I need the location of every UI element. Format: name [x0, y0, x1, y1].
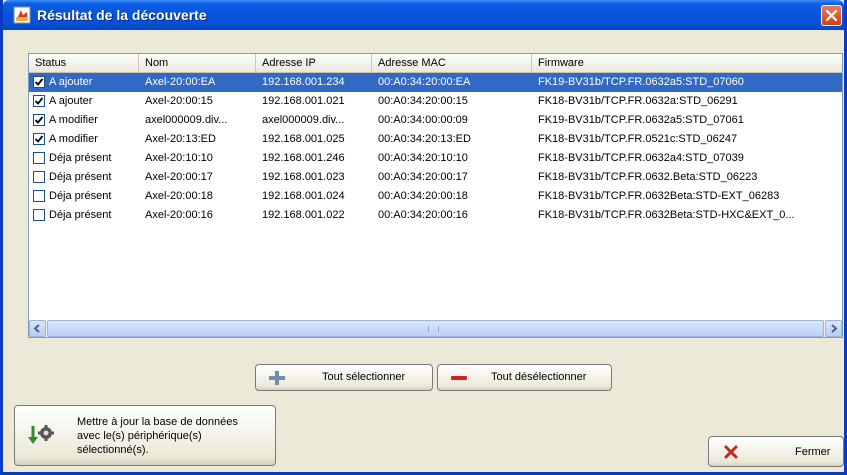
- column-header-firmware[interactable]: Firmware: [532, 54, 842, 72]
- cell-mac: 00:A0:34:20:00:18: [378, 190, 468, 202]
- close-button[interactable]: Fermer: [708, 436, 844, 467]
- title-bar[interactable]: Résultat de la découverte: [3, 0, 844, 30]
- scroll-thumb[interactable]: [47, 320, 824, 337]
- column-header-mac[interactable]: Adresse MAC: [372, 54, 532, 72]
- checkmark-icon: [34, 135, 44, 143]
- row-checkbox[interactable]: [33, 190, 45, 202]
- chevron-left-icon: [33, 324, 40, 333]
- cell-nom: Axel-20:00:17: [145, 171, 213, 183]
- window-title: Résultat de la découverte: [37, 7, 207, 23]
- select-all-button[interactable]: Tout sélectionner: [255, 364, 433, 391]
- cell-nom: Axel-20:00:15: [145, 95, 213, 107]
- deselect-all-button[interactable]: Tout désélectionner: [437, 364, 612, 391]
- cell-mac: 00:A0:34:20:00:17: [378, 171, 468, 183]
- row-checkbox[interactable]: [33, 76, 45, 88]
- discovery-result-window: Résultat de la découverte Status Nom Adr…: [0, 0, 847, 475]
- table-row[interactable]: Déja présent Axel-20:00:16 192.168.001.022…: [29, 206, 842, 225]
- cell-firmware: FK18-BV31b/TCP.FR.0521c:STD_06247: [538, 133, 738, 145]
- table-row[interactable]: A ajouter Axel-20:00:15 192.168.001.021 00:…: [29, 92, 842, 111]
- cell-status: A ajouter: [49, 76, 93, 88]
- window-close-button[interactable]: [821, 5, 842, 26]
- update-database-label-1: Mettre à jour la base de données: [77, 416, 238, 428]
- cell-firmware: FK18-BV31b/TCP.FR.0632Beta:STD-EXT_06283: [538, 190, 780, 202]
- cell-status: A modifier: [49, 114, 98, 126]
- cell-nom: Axel-20:10:10: [145, 152, 213, 164]
- deselect-all-label: Tout désélectionner: [491, 371, 587, 383]
- update-database-label-3: sélectionné(s).: [77, 444, 149, 456]
- cell-firmware: FK18-BV31b/TCP.FR.0632a4:STD_07039: [538, 152, 744, 164]
- update-database-button[interactable]: Mettre à jour la base de données avec le…: [14, 405, 276, 466]
- row-checkbox[interactable]: [33, 171, 45, 183]
- row-checkbox[interactable]: [33, 114, 45, 126]
- table-row[interactable]: A ajouter Axel-20:00:EA 192.168.001.234 00:…: [29, 73, 842, 92]
- device-list[interactable]: Status Nom Adresse IP Adresse MAC Firmwa…: [28, 53, 843, 338]
- row-checkbox[interactable]: [33, 209, 45, 221]
- cell-nom: Axel-20:00:18: [145, 190, 213, 202]
- checkmark-icon: [34, 97, 44, 105]
- cell-mac: 00:A0:34:20:10:10: [378, 152, 468, 164]
- checkmark-icon: [34, 116, 44, 124]
- red-x-icon: [724, 445, 738, 459]
- close-icon: [825, 9, 838, 22]
- update-database-label-2: avec le(s) périphérique(s): [77, 430, 202, 442]
- cell-status: Déja présent: [49, 171, 112, 183]
- cell-firmware: FK18-BV31b/TCP.FR.0632a:STD_06291: [538, 95, 738, 107]
- column-header-nom[interactable]: Nom: [139, 54, 256, 72]
- table-row[interactable]: A modifier Axel-20:13:ED 192.168.001.025 00…: [29, 130, 842, 149]
- table-row[interactable]: Déja présent Axel-20:00:17 192.168.001.023…: [29, 168, 842, 187]
- cell-mac: 00:A0:34:00:00:09: [378, 114, 468, 126]
- cell-ip: axel000009.div...: [262, 114, 345, 126]
- scroll-left-button[interactable]: [29, 320, 46, 337]
- cell-mac: 00:A0:34:20:00:16: [378, 209, 468, 221]
- cell-nom: Axel-20:00:16: [145, 209, 213, 221]
- table-row[interactable]: A modifier axel000009.div... axel000009.di…: [29, 111, 842, 130]
- row-checkbox[interactable]: [33, 133, 45, 145]
- column-header-ip[interactable]: Adresse IP: [256, 54, 372, 72]
- select-all-label: Tout sélectionner: [322, 371, 406, 383]
- cell-firmware: FK18-BV31b/TCP.FR.0632.Beta:STD_06223: [538, 171, 758, 183]
- cell-ip: 192.168.001.024: [262, 190, 345, 202]
- app-icon: [13, 6, 31, 24]
- scroll-right-button[interactable]: [825, 320, 842, 337]
- cell-mac: 00:A0:34:20:13:ED: [378, 133, 471, 145]
- chevron-right-icon: [831, 324, 838, 333]
- cell-status: Déja présent: [49, 152, 112, 164]
- cell-nom: Axel-20:13:ED: [145, 133, 216, 145]
- table-row[interactable]: Déja présent Axel-20:10:10 192.168.001.246…: [29, 149, 842, 168]
- plus-icon: [269, 371, 285, 385]
- minus-icon: [451, 376, 467, 380]
- column-header-status[interactable]: Status: [29, 54, 139, 72]
- grip-icon: [428, 326, 439, 332]
- cell-firmware: FK19-BV31b/TCP.FR.0632a5:STD_07061: [538, 114, 744, 126]
- table-row[interactable]: Déja présent Axel-20:00:18 192.168.001.024…: [29, 187, 842, 206]
- cell-status: Déja présent: [49, 209, 112, 221]
- row-checkbox[interactable]: [33, 152, 45, 164]
- cell-mac: 00:A0:34:20:00:15: [378, 95, 468, 107]
- checkmark-icon: [34, 78, 44, 86]
- cell-mac: 00:A0:34:20:00:EA: [378, 76, 471, 88]
- list-header: Status Nom Adresse IP Adresse MAC Firmwa…: [29, 54, 842, 73]
- cell-firmware: FK19-BV31b/TCP.FR.0632a5:STD_07060: [538, 76, 744, 88]
- cell-ip: 192.168.001.023: [262, 171, 345, 183]
- database-update-icon: [28, 425, 54, 444]
- cell-firmware: FK18-BV31b/TCP.FR.0632Beta:STD-HXC&EXT_0…: [538, 209, 795, 221]
- horizontal-scrollbar[interactable]: [29, 320, 842, 337]
- cell-ip: 192.168.001.246: [262, 152, 345, 164]
- cell-ip: 192.168.001.025: [262, 133, 345, 145]
- cell-status: Déja présent: [49, 190, 112, 202]
- close-button-label: Fermer: [795, 446, 831, 458]
- cell-nom: axel000009.div...: [145, 114, 228, 126]
- cell-nom: Axel-20:00:EA: [145, 76, 216, 88]
- row-checkbox[interactable]: [33, 95, 45, 107]
- cell-status: A ajouter: [49, 95, 93, 107]
- cell-ip: 192.168.001.022: [262, 209, 345, 221]
- cell-ip: 192.168.001.234: [262, 76, 345, 88]
- cell-status: A modifier: [49, 133, 98, 145]
- cell-ip: 192.168.001.021: [262, 95, 345, 107]
